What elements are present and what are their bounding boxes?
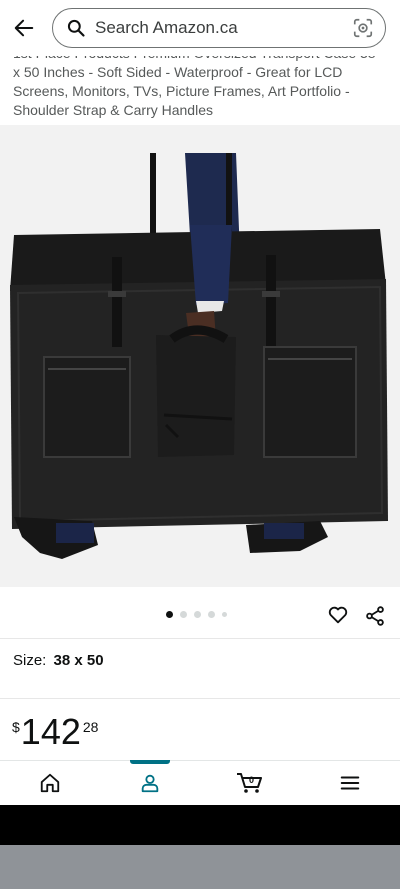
cart-icon: 0 [237, 772, 262, 793]
menu-icon [340, 775, 360, 790]
system-nav-area [0, 845, 400, 889]
heart-icon [328, 606, 348, 624]
carousel-dot[interactable] [208, 611, 215, 618]
search-box[interactable] [52, 8, 386, 48]
arrow-left-icon [14, 19, 34, 37]
wishlist-button[interactable] [327, 604, 351, 628]
system-bar [0, 805, 400, 845]
size-label: Size: [13, 652, 47, 669]
price-currency: $ [12, 719, 20, 735]
divider [0, 638, 400, 639]
person-icon [141, 774, 159, 792]
price: $ 142 28 [12, 712, 98, 752]
camera-lens-icon[interactable] [351, 16, 375, 40]
share-icon [366, 606, 384, 626]
price-whole: 142 [20, 711, 81, 752]
nav-cart[interactable]: 0 [220, 761, 280, 805]
price-fraction: 28 [82, 719, 99, 735]
home-icon [40, 773, 60, 792]
product-photo [10, 153, 388, 559]
top-bar [0, 0, 400, 56]
back-button[interactable] [10, 14, 38, 42]
carousel-dot[interactable] [194, 611, 201, 618]
search-input[interactable] [95, 18, 351, 38]
product-image[interactable] [0, 125, 400, 587]
nav-menu[interactable] [320, 761, 380, 805]
carousel-dot[interactable] [180, 611, 187, 618]
carousel-dot[interactable] [222, 612, 227, 617]
carousel-indicator [166, 611, 227, 618]
share-button[interactable] [364, 605, 388, 629]
carousel-dot-active[interactable] [166, 611, 173, 618]
size-selector[interactable]: Size: 38 x 50 [13, 652, 104, 669]
nav-account[interactable] [120, 759, 180, 805]
cart-count: 0 [249, 775, 254, 785]
bottom-nav: 0 [0, 759, 400, 805]
nav-home[interactable] [20, 761, 80, 805]
search-icon [65, 17, 87, 39]
divider [0, 698, 400, 699]
size-value: 38 x 50 [53, 652, 104, 669]
